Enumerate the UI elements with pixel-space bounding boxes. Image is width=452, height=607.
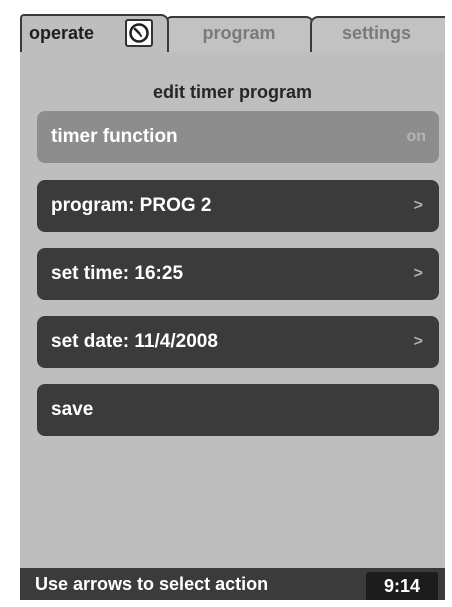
timer-function-label: timer function: [51, 126, 178, 147]
tab-operate[interactable]: operate: [20, 14, 169, 52]
set-time-item[interactable]: set time: 16:25 >: [37, 248, 439, 300]
save-label: save: [51, 399, 94, 420]
page-title: edit timer program: [152, 82, 313, 102]
chevron-right-icon: >: [413, 333, 423, 350]
timer-function-value: on: [406, 128, 426, 145]
program-item[interactable]: program: PROG 2 >: [37, 180, 439, 232]
clock-icon: [125, 19, 153, 47]
tab-bar: operate program settings: [20, 8, 445, 52]
chevron-right-icon: >: [413, 197, 423, 214]
tab-program[interactable]: program: [164, 16, 314, 52]
timer-function-item[interactable]: timer function on: [37, 111, 439, 163]
tab-settings-label: settings: [342, 23, 412, 43]
status-bar: Use arrows to select action 9:14: [20, 568, 445, 600]
set-time-label: set time: 16:25: [51, 263, 184, 284]
save-button[interactable]: save: [37, 384, 439, 436]
thermostat-screen: operate program settings edit timer prog…: [20, 8, 445, 600]
program-label: program: PROG 2: [51, 195, 212, 216]
tab-program-label: program: [202, 23, 276, 43]
set-date-item[interactable]: set date: 11/4/2008 >: [37, 316, 439, 368]
status-message: Use arrows to select action: [35, 574, 269, 594]
chevron-right-icon: >: [413, 265, 423, 282]
status-time: 9:14: [366, 572, 438, 600]
tab-operate-label: operate: [29, 23, 95, 43]
set-date-label: set date: 11/4/2008: [51, 331, 218, 352]
tab-settings[interactable]: settings: [310, 16, 445, 52]
